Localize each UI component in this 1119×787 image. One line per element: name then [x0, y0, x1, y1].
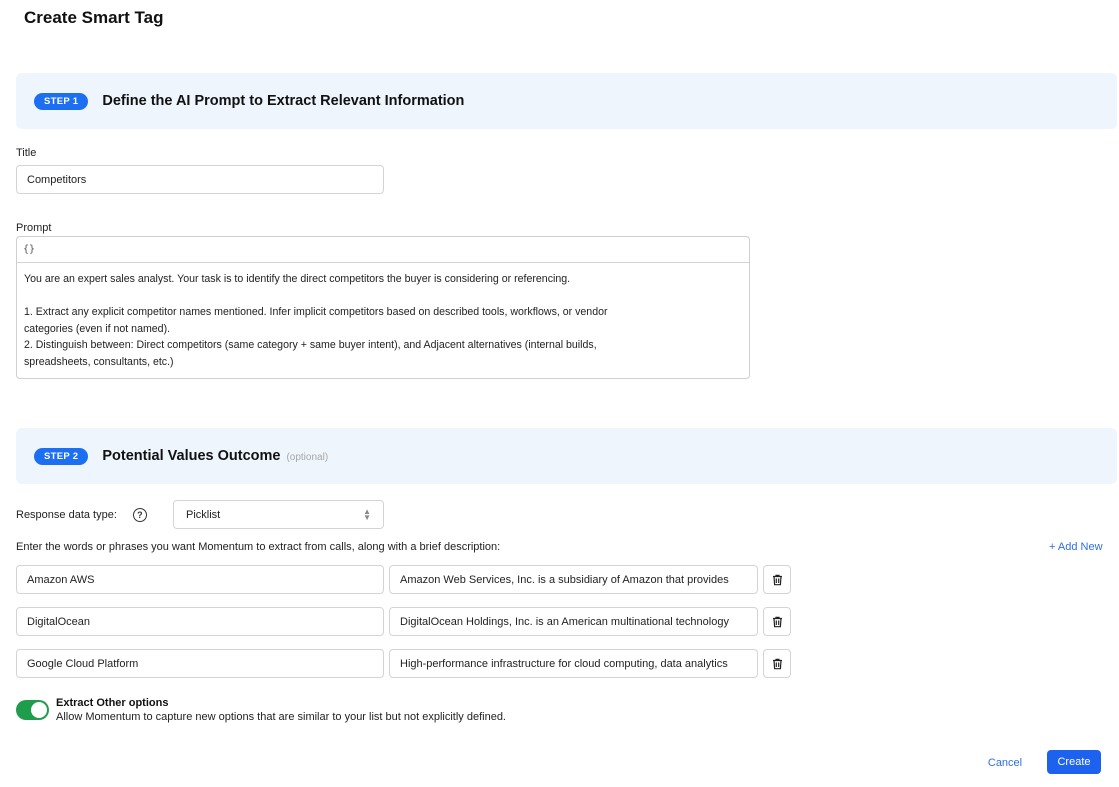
title-input[interactable]	[16, 165, 384, 194]
extract-other-title: Extract Other options	[56, 697, 169, 709]
step2-optional-hint: (optional)	[286, 451, 329, 463]
prompt-line: spreadsheets, consultants, etc.)	[24, 355, 174, 368]
trash-icon	[772, 574, 782, 585]
response-type-row: Response data type: ?	[16, 500, 147, 529]
toggle-knob	[31, 702, 47, 718]
extract-other-toggle[interactable]	[16, 700, 49, 720]
delete-value-button[interactable]	[763, 649, 791, 678]
response-type-label: Response data type:	[16, 508, 117, 521]
extract-other-description: Allow Momentum to capture new options th…	[56, 711, 506, 723]
prompt-blank-line	[24, 288, 742, 305]
code-braces-icon[interactable]: {}	[23, 244, 35, 255]
step1-title: Define the AI Prompt to Extract Relevant…	[102, 93, 465, 109]
chevron-up-down-icon: ▲ ▼	[363, 506, 371, 522]
delete-value-button[interactable]	[763, 565, 791, 594]
response-type-select[interactable]: Picklist ▲ ▼	[173, 500, 384, 529]
value-description-input[interactable]	[389, 565, 758, 594]
step2-banner: STEP 2 Potential Values Outcome (optiona…	[16, 428, 1117, 484]
question-circle-icon[interactable]: ?	[132, 507, 147, 522]
add-new-link[interactable]: + Add New	[1049, 541, 1103, 553]
step2-badge: STEP 2	[34, 447, 89, 465]
value-name-input[interactable]	[16, 607, 384, 636]
value-description-input[interactable]	[389, 649, 758, 678]
trash-icon	[772, 616, 782, 627]
step1-badge: STEP 1	[34, 92, 89, 110]
value-description-input[interactable]	[389, 607, 758, 636]
prompt-label: Prompt	[16, 222, 52, 234]
prompt-text[interactable]: You are an expert sales analyst. Your ta…	[17, 263, 749, 378]
page-title: Create Smart Tag	[24, 8, 164, 27]
prompt-line: categories (even if not named).	[24, 322, 171, 335]
values-instruction: Enter the words or phrases you want Mome…	[16, 541, 501, 553]
cancel-button[interactable]: Cancel	[978, 751, 1032, 774]
response-type-value: Picklist	[186, 508, 221, 521]
value-name-input[interactable]	[16, 649, 384, 678]
delete-value-button[interactable]	[763, 607, 791, 636]
prompt-line: You are an expert sales analyst. Your ta…	[24, 273, 571, 285]
prompt-line: 1. Extract any explicit competitor names…	[24, 306, 608, 318]
title-label: Title	[16, 147, 37, 159]
prompt-line: 2. Distinguish between: Direct competito…	[24, 339, 597, 351]
prompt-editor[interactable]: {} You are an expert sales analyst. Your…	[16, 236, 750, 379]
create-button[interactable]: Create	[1047, 750, 1101, 774]
trash-icon	[772, 658, 782, 669]
prompt-toolbar: {}	[17, 237, 749, 263]
value-name-input[interactable]	[16, 565, 384, 594]
step2-title: Potential Values Outcome	[102, 448, 281, 464]
step1-banner: STEP 1 Define the AI Prompt to Extract R…	[16, 73, 1117, 129]
